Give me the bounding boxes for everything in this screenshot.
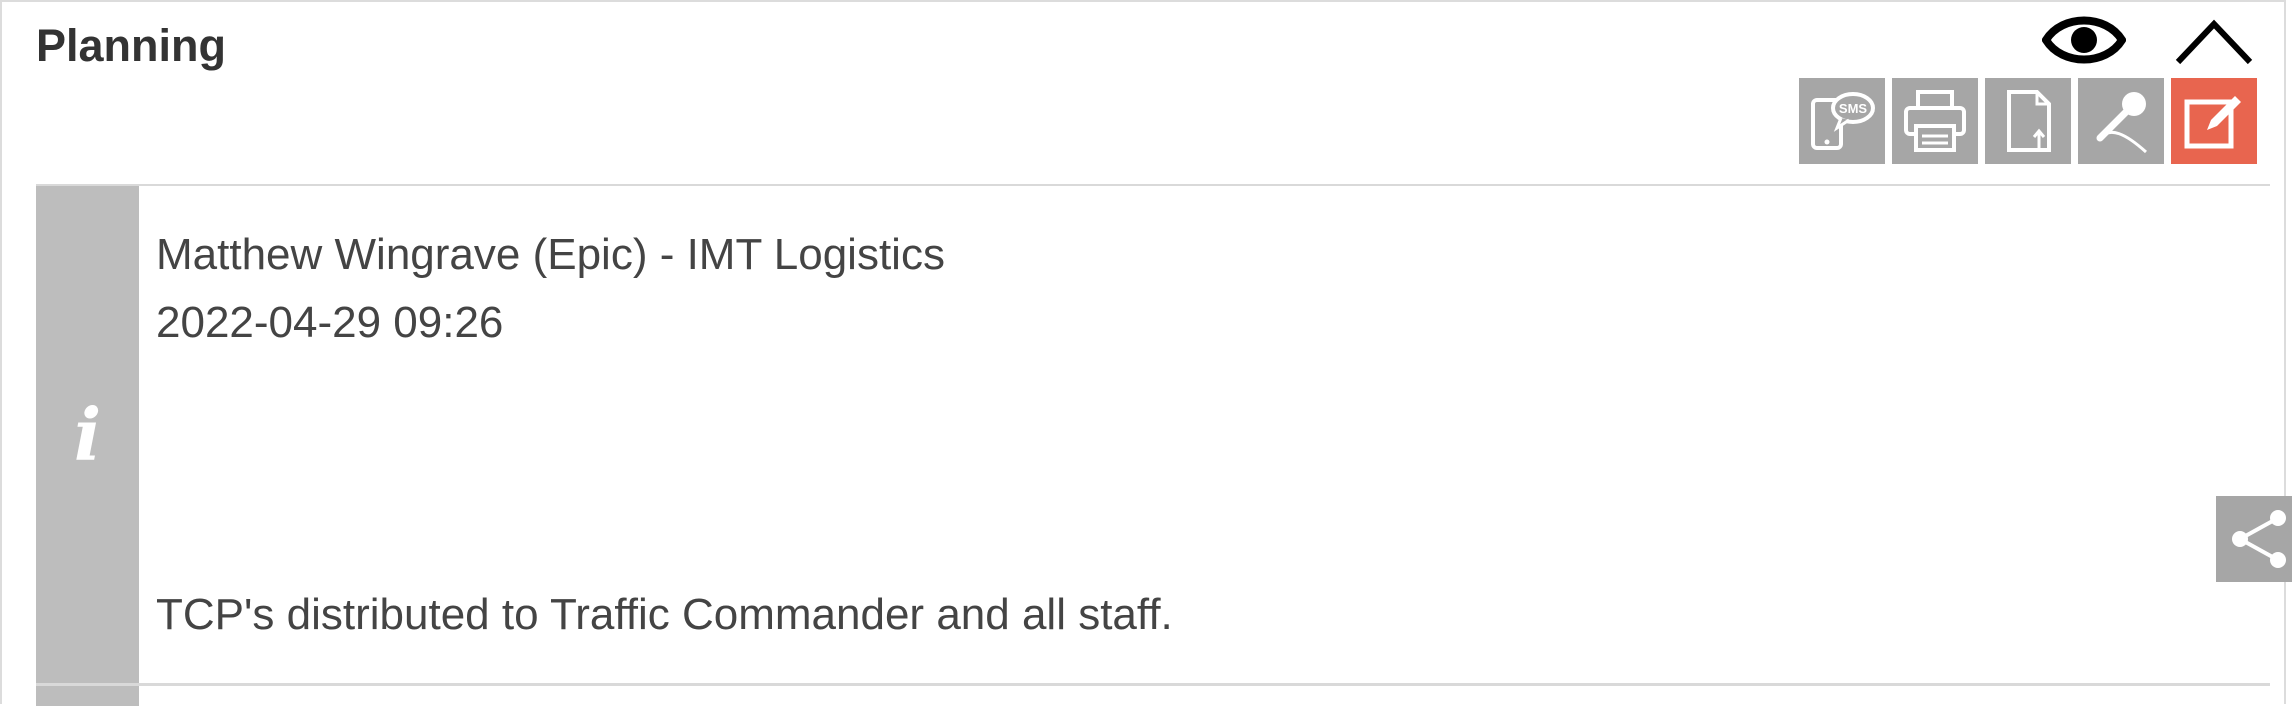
entry-message: TCP's distributed to Traffic Commander a… xyxy=(156,590,1173,639)
sms-button[interactable]: SMS xyxy=(1799,78,1885,164)
info-icon: i xyxy=(73,392,102,477)
toolbar: SMS xyxy=(1799,78,2257,164)
chevron-up-icon[interactable] xyxy=(2172,8,2256,72)
edit-icon xyxy=(2184,96,2241,149)
edit-button[interactable] xyxy=(2171,78,2257,164)
sms-phone-icon: SMS xyxy=(1811,92,1875,150)
info-bar: i xyxy=(36,186,139,683)
entry-timestamp: 2022-04-29 09:26 xyxy=(156,298,504,347)
entry-author: Matthew Wingrave (Epic) - IMT Logistics xyxy=(156,230,945,279)
eye-icon[interactable] xyxy=(2041,8,2127,72)
planning-panel: Planning SMS i Matthew Wingrave (Epic) -… xyxy=(0,0,2292,706)
export-button[interactable] xyxy=(1985,78,2071,164)
document-upload-icon xyxy=(2007,90,2051,152)
share-button[interactable] xyxy=(2216,496,2292,582)
sms-label: SMS xyxy=(1839,101,1868,116)
log-entry: i Matthew Wingrave (Epic) - IMT Logistic… xyxy=(36,184,2292,686)
share-icon xyxy=(2232,510,2286,568)
next-entry-info-bar xyxy=(36,686,139,706)
microphone-icon xyxy=(2096,92,2148,154)
dictate-button[interactable] xyxy=(2078,78,2164,164)
printer-icon xyxy=(1904,90,1966,152)
print-button[interactable] xyxy=(1892,78,1978,164)
panel-title: Planning xyxy=(36,20,226,71)
